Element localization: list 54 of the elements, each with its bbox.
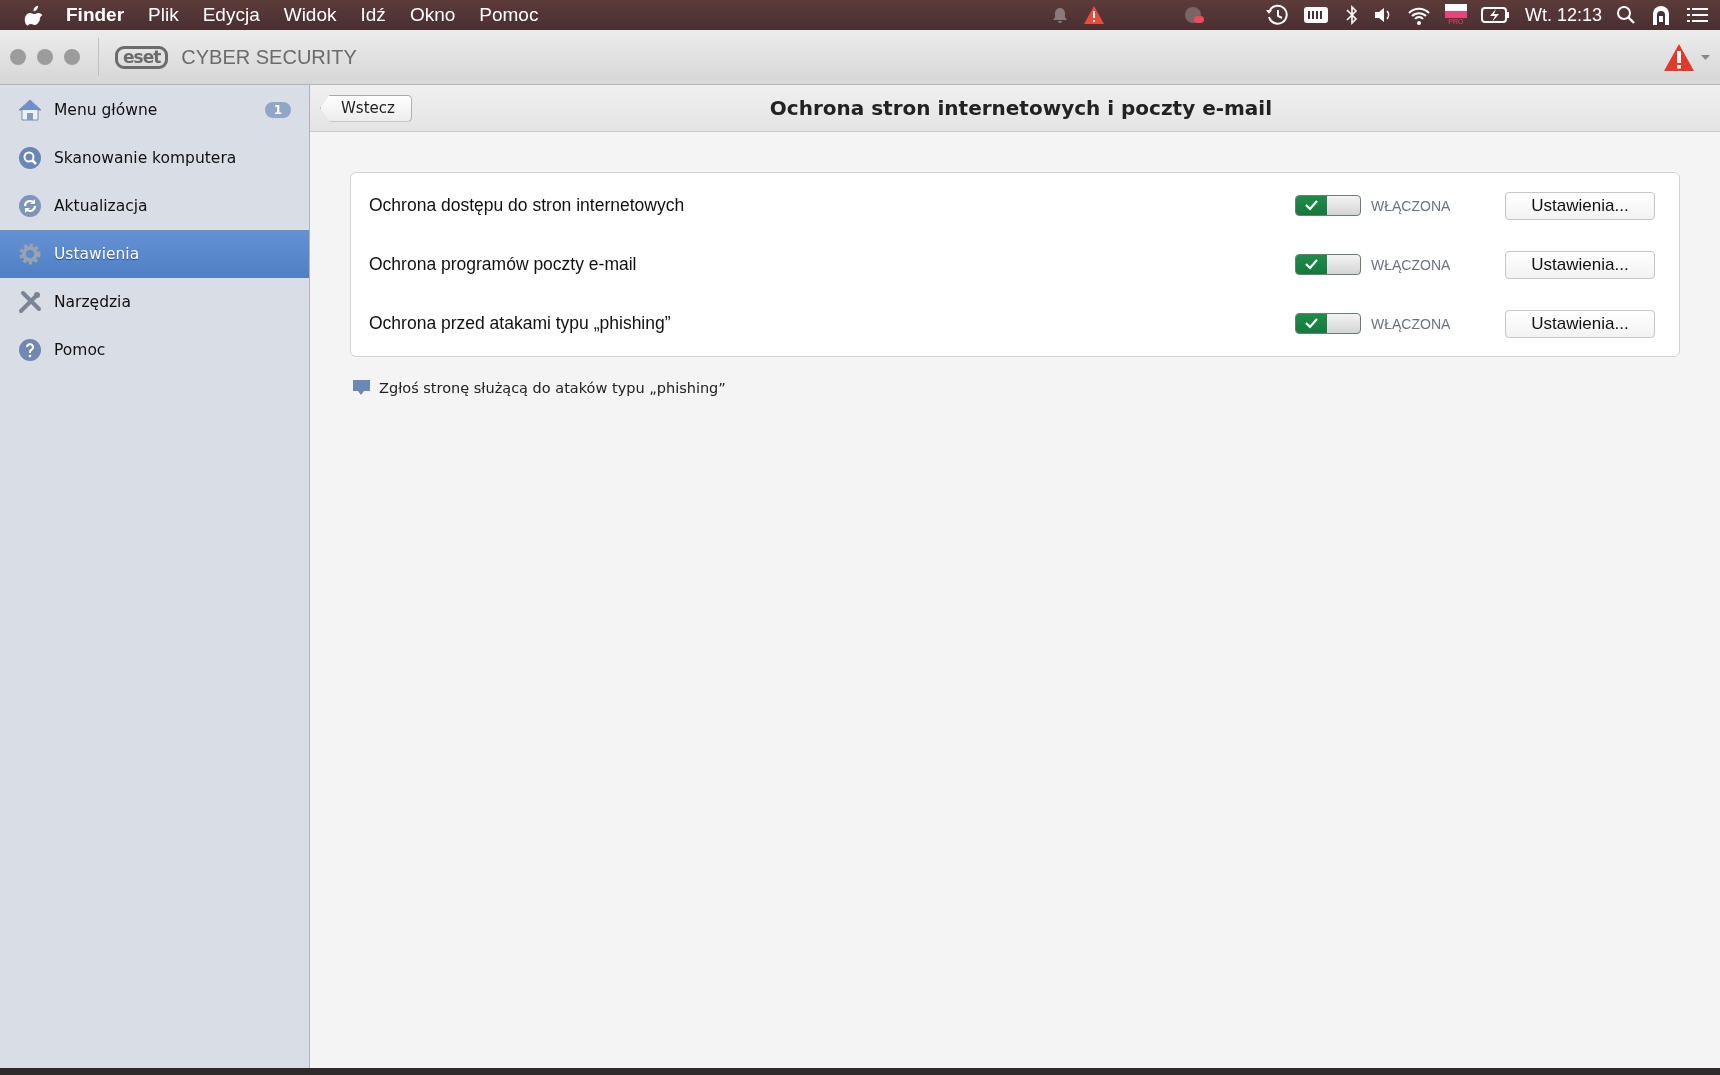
- check-icon: [1305, 200, 1318, 211]
- count-badge: 1: [264, 102, 291, 118]
- sidebar-item[interactable]: Skanowanie komputera: [0, 134, 309, 182]
- app-logo: eset: [115, 45, 169, 69]
- menu-item[interactable]: Okno: [397, 4, 468, 26]
- page-title: Ochrona stron internetowych i poczty e-mail: [768, 96, 1274, 120]
- sidebar-item[interactable]: Narzędzia: [0, 278, 309, 326]
- menu-item[interactable]: Widok: [271, 4, 349, 26]
- toggle-switch[interactable]: [1295, 313, 1361, 334]
- menubar-clock[interactable]: Wt. 12:13: [1524, 4, 1602, 26]
- status-label: WŁĄCZONA: [1371, 315, 1452, 332]
- speech-bubble-icon: [352, 379, 371, 396]
- list-icon[interactable]: [1686, 5, 1710, 25]
- home-icon: [18, 98, 42, 122]
- check-icon: [1305, 318, 1318, 329]
- setting-label: Ochrona przed atakami typu „phishing”: [369, 313, 672, 334]
- bell-icon[interactable]: [1050, 6, 1069, 24]
- help-icon: [18, 338, 42, 362]
- settings-button[interactable]: Ustawienia...: [1505, 191, 1655, 220]
- setting-label: Ochrona dostępu do stron internetowych: [369, 195, 686, 216]
- battery-charging-icon[interactable]: [1480, 5, 1511, 25]
- sidebar-item[interactable]: Aktualizacja: [0, 182, 309, 230]
- toggle-switch[interactable]: [1295, 195, 1361, 216]
- tools-icon: [18, 290, 42, 314]
- sidebar-item[interactable]: Menu główne 1: [0, 86, 309, 134]
- flag-icon: [1444, 4, 1467, 18]
- menu-item[interactable]: Finder: [44, 4, 137, 26]
- check-icon: [1305, 259, 1318, 270]
- sidebar-item[interactable]: Ustawienia: [0, 230, 309, 278]
- refresh-icon: [18, 194, 42, 218]
- menu-item[interactable]: Idź: [348, 4, 398, 26]
- wifi-icon[interactable]: [1406, 5, 1431, 25]
- toggle-switch[interactable]: [1295, 254, 1361, 275]
- settings-button[interactable]: Ustawienia...: [1505, 250, 1655, 279]
- sidebar-item[interactable]: Pomoc: [0, 326, 309, 374]
- search-icon: [18, 146, 42, 170]
- clock-history-icon[interactable]: [1264, 4, 1289, 26]
- app-title: CYBER SECURITY: [181, 45, 357, 69]
- gear-icon: [18, 242, 42, 266]
- warning-icon[interactable]: [1082, 5, 1105, 25]
- caret-icon[interactable]: [1701, 54, 1710, 60]
- status-label: WŁĄCZONA: [1371, 256, 1452, 273]
- menu-item[interactable]: Edycja: [190, 4, 272, 26]
- menu-item[interactable]: Pomoc: [467, 4, 551, 26]
- setting-label: Ochrona programów poczty e-mail: [369, 254, 638, 275]
- report-link[interactable]: Zgłoś stronę służącą do ataków typu „phishing”: [379, 379, 726, 396]
- menu-item[interactable]: Plik: [136, 4, 191, 26]
- apple-icon[interactable]: [24, 3, 44, 27]
- settings-button[interactable]: Ustawienia...: [1505, 309, 1655, 338]
- search-icon[interactable]: [1616, 5, 1636, 25]
- status-label: WŁĄCZONA: [1371, 197, 1452, 214]
- memory-icon[interactable]: [1302, 5, 1329, 25]
- back-button[interactable]: Wstecz: [320, 94, 412, 122]
- arch-icon[interactable]: [1650, 3, 1672, 27]
